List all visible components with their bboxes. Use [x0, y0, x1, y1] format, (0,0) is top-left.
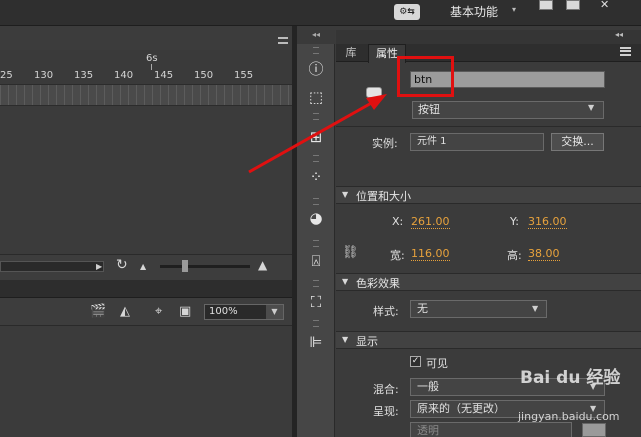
- style-select[interactable]: 无: [410, 300, 547, 318]
- watermark-url: jingyan.baidu.com: [518, 410, 620, 423]
- frame-tick-label: 145: [154, 70, 174, 81]
- chevron-down-icon[interactable]: ▼: [342, 190, 348, 199]
- background-color-swatch[interactable]: [582, 423, 606, 437]
- frame-tick-label: 135: [74, 70, 94, 81]
- section-display[interactable]: [336, 331, 641, 349]
- button-symbol-icon: [366, 87, 382, 98]
- chevron-down-icon[interactable]: ▾: [512, 5, 516, 14]
- panel-menu-icon[interactable]: [620, 47, 631, 56]
- sync-settings-icon[interactable]: ⚙⇆: [394, 4, 420, 20]
- y-label: Y:: [510, 215, 519, 228]
- zoom-out-icon[interactable]: ▲: [140, 262, 146, 271]
- x-value[interactable]: 261.00: [411, 215, 450, 229]
- grip-icon: [313, 240, 319, 247]
- highlight-box: [397, 56, 454, 97]
- transform-box-icon[interactable]: ⬚: [304, 86, 328, 108]
- watermark-text: Bai du 经验: [520, 368, 621, 388]
- seconds-marker: 6s: [146, 53, 158, 64]
- section-title[interactable]: 显示: [356, 333, 378, 349]
- divider: [336, 126, 641, 127]
- grip-icon: [313, 155, 319, 162]
- style-label: 样式:: [373, 305, 399, 318]
- width-label: 宽:: [390, 249, 405, 262]
- info-icon[interactable]: ⓘ: [304, 58, 328, 80]
- symbol-type-select[interactable]: 按钮: [412, 101, 604, 119]
- y-value[interactable]: 316.00: [528, 215, 567, 229]
- frame-tick-label: 150: [194, 70, 214, 81]
- frame-tick-label: 140: [114, 70, 134, 81]
- width-value[interactable]: 116.00: [411, 247, 450, 261]
- loop-icon[interactable]: ↻: [116, 257, 128, 273]
- timeline-zoom-slider[interactable]: [160, 265, 250, 268]
- components-icon[interactable]: ⛶: [304, 291, 328, 313]
- scroll-right-icon[interactable]: ▶: [96, 262, 102, 271]
- grip-icon: [313, 280, 319, 287]
- visible-checkbox[interactable]: ✓: [410, 356, 421, 367]
- stage-tab-bar: [0, 280, 292, 298]
- zoom-in-icon[interactable]: ▲: [258, 258, 267, 272]
- frame-tick-label: 25: [0, 70, 13, 81]
- collapse-icons[interactable]: ◂◂: [297, 30, 335, 44]
- height-value[interactable]: 38.00: [528, 247, 560, 261]
- stage-canvas[interactable]: [0, 326, 292, 437]
- clapper-icon[interactable]: 🎬: [90, 304, 106, 319]
- chevron-down-icon[interactable]: ▼: [588, 103, 594, 112]
- seconds-tick: [151, 64, 152, 70]
- chevron-down-icon[interactable]: ▼: [266, 305, 283, 319]
- grip-icon: [313, 113, 319, 120]
- blend-label: 混合:: [373, 383, 399, 396]
- timeline-header: [0, 26, 292, 50]
- link-icon[interactable]: ⛓: [342, 245, 359, 260]
- instance-of-value: 元件 1: [410, 133, 544, 151]
- panel-header: [336, 30, 641, 44]
- timeline-frames[interactable]: [0, 84, 292, 106]
- frame-tick-label: 130: [34, 70, 54, 81]
- visible-label: 可见: [426, 357, 448, 370]
- height-label: 高:: [507, 249, 522, 262]
- transform-icon[interactable]: ◭: [120, 304, 130, 319]
- minimize-button[interactable]: [539, 0, 553, 10]
- tab-library[interactable]: 库: [336, 44, 366, 62]
- palette-icon[interactable]: ◕: [304, 207, 328, 229]
- x-label: X:: [392, 215, 404, 228]
- render-label: 呈现:: [373, 405, 399, 418]
- transparent-select[interactable]: 透明: [410, 422, 572, 437]
- instance-of-label: 实例:: [372, 137, 398, 150]
- section-title[interactable]: 位置和大小: [356, 188, 411, 204]
- grip-icon: [313, 47, 319, 54]
- section-title[interactable]: 色彩效果: [356, 275, 400, 291]
- timeline-scrollbar[interactable]: [0, 261, 104, 272]
- grip-icon: [313, 198, 319, 205]
- swap-button[interactable]: 交换...: [551, 133, 604, 151]
- stamp-icon[interactable]: ⍓: [304, 250, 328, 272]
- panel-collapse-icon[interactable]: ◂◂: [615, 30, 623, 39]
- clip-icon[interactable]: ▣: [179, 304, 191, 319]
- chevron-down-icon[interactable]: ▼: [342, 335, 348, 344]
- timeline-zoom-thumb[interactable]: [182, 260, 188, 272]
- chevron-down-icon[interactable]: ▼: [342, 277, 348, 286]
- align-icon[interactable]: ⊞: [304, 126, 328, 148]
- snap-center-icon[interactable]: ⌖: [155, 304, 162, 319]
- timeline-menu-icon[interactable]: [278, 37, 288, 44]
- maximize-button[interactable]: [566, 0, 580, 10]
- grip-icon: [313, 320, 319, 327]
- close-icon[interactable]: ✕: [600, 0, 609, 11]
- align-left-icon[interactable]: ⊫: [304, 331, 328, 353]
- chevron-down-icon[interactable]: ▼: [532, 304, 538, 313]
- timeline-layers-area[interactable]: [0, 106, 292, 254]
- color-swatches-icon[interactable]: ⁘: [304, 166, 328, 188]
- workspace-switcher-label[interactable]: 基本功能: [450, 3, 498, 20]
- frame-tick-label: 155: [234, 70, 254, 81]
